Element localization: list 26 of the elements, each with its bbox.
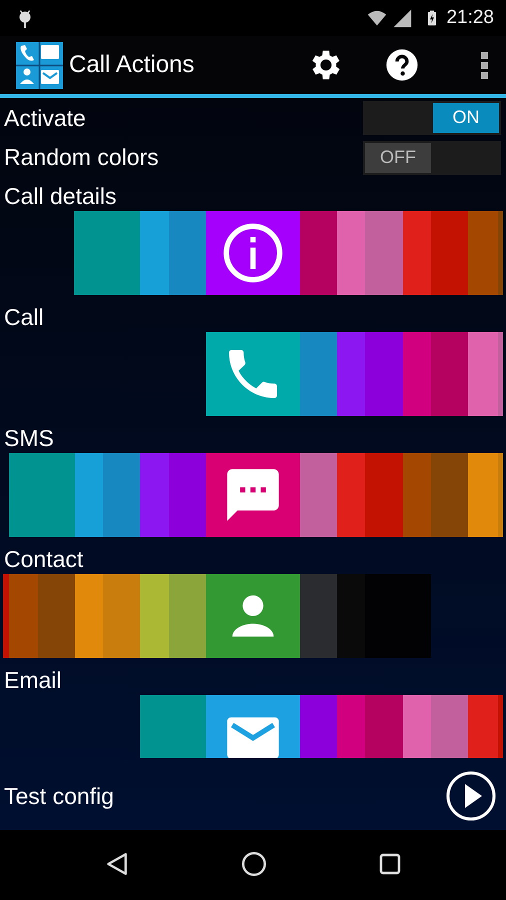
app-title: Call Actions bbox=[69, 50, 194, 80]
action-tile[interactable] bbox=[206, 574, 300, 658]
play-button-icon[interactable] bbox=[446, 771, 496, 822]
clock-time: 21:28 bbox=[446, 6, 494, 30]
action-label: SMS bbox=[3, 424, 55, 453]
action-label: Contact bbox=[3, 544, 84, 574]
info-icon bbox=[221, 220, 285, 285]
test-config-label: Test config bbox=[4, 782, 114, 811]
app-logo-icon bbox=[16, 42, 63, 88]
signal-icon bbox=[392, 8, 412, 28]
toggle-switch[interactable]: ON bbox=[363, 100, 501, 135]
setting-label: Activate bbox=[4, 104, 86, 133]
home-icon[interactable] bbox=[240, 851, 267, 877]
action-tile[interactable] bbox=[206, 210, 300, 295]
action-tile[interactable] bbox=[206, 694, 300, 758]
action-tile[interactable] bbox=[206, 452, 300, 537]
wifi-icon bbox=[366, 8, 388, 28]
action-label: Call bbox=[3, 302, 45, 332]
overflow-menu-icon[interactable] bbox=[481, 52, 488, 78]
help-icon[interactable] bbox=[385, 48, 419, 82]
setting-label: Random colors bbox=[4, 143, 159, 172]
recent-apps-icon[interactable] bbox=[378, 852, 402, 876]
toggle-switch[interactable]: OFF bbox=[363, 140, 501, 175]
action-label: Call details bbox=[3, 182, 118, 211]
action-tile[interactable] bbox=[206, 332, 300, 416]
action-label: Email bbox=[3, 666, 63, 695]
